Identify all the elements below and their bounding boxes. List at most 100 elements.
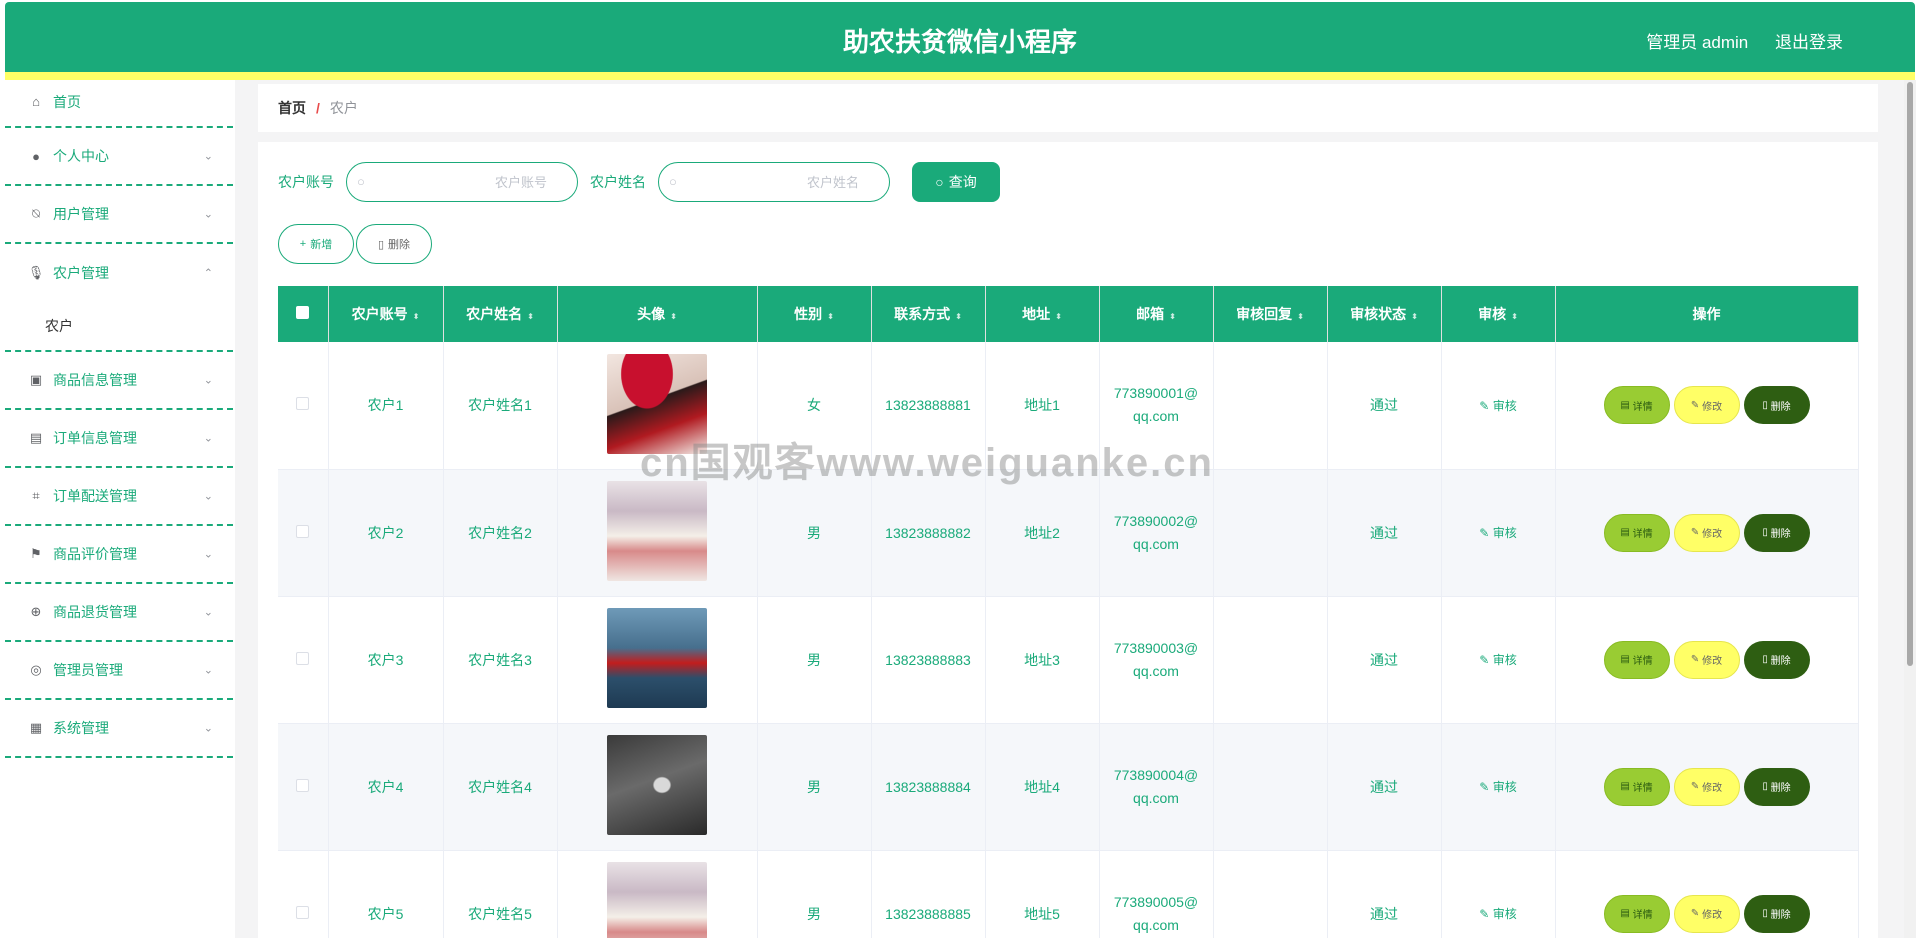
- delete-button[interactable]: ▯ 删除: [1743, 894, 1810, 933]
- sidebar-item-orders[interactable]: ▤ 订单信息管理 ⌄: [5, 410, 233, 468]
- query-button[interactable]: ○ 查询: [912, 162, 1000, 202]
- content-panel: 农户账号 ○ 农户姓名 ○ ○ 查询 + 新增 ▯ 删除: [258, 142, 1878, 938]
- edit-button[interactable]: ✎ 修改: [1673, 513, 1740, 552]
- status-cell: 通过: [1327, 723, 1442, 851]
- delete-button[interactable]: ▯ 删除: [1743, 386, 1810, 425]
- page-scrollbar[interactable]: [1904, 80, 1916, 938]
- sidebar-item-delivery[interactable]: ⌗ 订单配送管理 ⌄: [5, 468, 233, 526]
- column-header[interactable]: 审核状态 ⬍: [1327, 286, 1442, 342]
- row-checkbox[interactable]: [296, 778, 310, 792]
- audit-button[interactable]: ✎ 审核: [1479, 653, 1516, 667]
- audit-button[interactable]: ✎ 审核: [1479, 780, 1516, 794]
- sidebar-subitem-label: 农户: [45, 318, 73, 334]
- edit-button[interactable]: ✎ 修改: [1673, 894, 1740, 933]
- column-header[interactable]: 邮箱 ⬍: [1099, 286, 1214, 342]
- sort-icon[interactable]: ⬍: [1411, 312, 1418, 321]
- name-search-input[interactable]: [659, 163, 889, 201]
- avatar[interactable]: [607, 481, 707, 581]
- row-checkbox[interactable]: [296, 397, 310, 411]
- email-text: qq.com: [1133, 662, 1179, 679]
- delete-button[interactable]: ▯ 删除: [1743, 513, 1810, 552]
- document-icon: ▤: [1620, 399, 1633, 411]
- logout-button[interactable]: 退出登录: [1775, 33, 1843, 52]
- name-cell: 农户姓名5: [443, 850, 558, 938]
- sidebar-subitem-farmer[interactable]: 农户: [5, 302, 233, 352]
- sidebar-item-label: 农户管理: [53, 265, 109, 281]
- sidebar-item-returns[interactable]: ⊕ 商品退货管理 ⌄: [5, 584, 233, 642]
- avatar[interactable]: [607, 735, 707, 835]
- sort-icon[interactable]: ⬍: [1511, 312, 1518, 321]
- column-header[interactable]: 地址 ⬍: [985, 286, 1100, 342]
- gender-cell: 女: [757, 342, 872, 470]
- select-all-checkbox[interactable]: [296, 306, 310, 319]
- detail-button[interactable]: ▤ 详情: [1603, 386, 1670, 425]
- document-icon: ▤: [1620, 781, 1633, 792]
- detail-button[interactable]: ▤ 详情: [1603, 767, 1670, 806]
- sidebar-item-users[interactable]: ⍉ 用户管理 ⌄: [5, 186, 233, 244]
- sort-icon[interactable]: ⬍: [1169, 312, 1176, 321]
- phone-cell: 13823888883: [871, 596, 986, 724]
- breadcrumb-home[interactable]: 首页: [278, 98, 306, 118]
- gender-cell: 男: [757, 469, 872, 597]
- email-cell: 773890002@ qq.com: [1099, 469, 1214, 597]
- name-cell: 农户姓名4: [443, 723, 558, 851]
- app-title: 助农扶贫微信小程序: [842, 27, 1077, 57]
- column-header[interactable]: 头像 ⬍: [557, 286, 758, 342]
- column-header[interactable]: 农户账号 ⬍: [328, 286, 444, 342]
- plus-icon: +: [299, 238, 307, 250]
- row-checkbox[interactable]: [296, 905, 310, 919]
- chevron-down-icon: ⌄: [203, 374, 213, 387]
- column-header[interactable]: 性别 ⬍: [757, 286, 872, 342]
- column-header[interactable]: 农户姓名 ⬍: [443, 286, 558, 342]
- sort-icon[interactable]: ⬍: [1297, 312, 1304, 321]
- sidebar-item-home[interactable]: ⌂ 首页: [5, 80, 233, 128]
- header-accent-bar: [5, 72, 1915, 80]
- search-icon: ○: [935, 174, 944, 190]
- avatar[interactable]: [607, 353, 707, 454]
- edit-icon: ✎: [1690, 527, 1703, 538]
- sidebar-item-products[interactable]: ▣ 商品信息管理 ⌄: [5, 352, 233, 410]
- delete-button[interactable]: ▯ 删除: [1743, 767, 1810, 806]
- sidebar-item-profile[interactable]: ● 个人中心 ⌄: [5, 128, 233, 186]
- sidebar-item-reviews[interactable]: ⚑ 商品评价管理 ⌄: [5, 526, 233, 584]
- sort-icon[interactable]: ⬍: [827, 312, 834, 321]
- batch-delete-button[interactable]: ▯ 删除: [356, 224, 432, 264]
- sort-icon[interactable]: ⬍: [1055, 312, 1062, 321]
- audit-button[interactable]: ✎ 审核: [1479, 399, 1516, 413]
- column-header[interactable]: 联系方式 ⬍: [871, 286, 986, 342]
- edit-button[interactable]: ✎ 修改: [1673, 640, 1740, 679]
- detail-button[interactable]: ▤ 详情: [1603, 640, 1670, 679]
- sort-icon[interactable]: ⬍: [527, 312, 534, 321]
- avatar[interactable]: [607, 608, 707, 708]
- email-text: 773890001@: [1113, 385, 1199, 402]
- sidebar-item-label: 首页: [53, 94, 81, 110]
- detail-button[interactable]: ▤ 详情: [1603, 894, 1670, 933]
- account-search-input[interactable]: [347, 163, 577, 201]
- column-header[interactable]: 审核 ⬍: [1441, 286, 1556, 342]
- detail-button[interactable]: ▤ 详情: [1603, 513, 1670, 552]
- avatar[interactable]: [607, 862, 707, 938]
- operations-cell: ▤ 详情 ✎ 修改 ▯ 删除: [1555, 342, 1859, 470]
- edit-button[interactable]: ✎ 修改: [1673, 767, 1740, 806]
- sidebar-item-farmers[interactable]: 🎙 农户管理 ⌃: [5, 244, 233, 302]
- audit-button[interactable]: ✎ 审核: [1479, 907, 1516, 921]
- sidebar-item-system[interactable]: ▦ 系统管理 ⌄: [5, 700, 233, 758]
- audit-button[interactable]: ✎ 审核: [1479, 526, 1516, 540]
- document-icon: ▤: [1620, 527, 1633, 538]
- sort-icon[interactable]: ⬍: [955, 312, 962, 321]
- row-checkbox[interactable]: [296, 651, 310, 665]
- target-icon: ⊕: [30, 604, 42, 619]
- sort-icon[interactable]: ⬍: [413, 312, 420, 321]
- audit-cell: ✎ 审核: [1441, 342, 1556, 470]
- crop-icon: ⌗: [32, 488, 40, 503]
- scrollbar-thumb[interactable]: [1907, 82, 1913, 666]
- row-checkbox[interactable]: [296, 524, 310, 538]
- edit-button[interactable]: ✎ 修改: [1673, 386, 1740, 425]
- row-select-cell: [278, 596, 329, 724]
- delete-button[interactable]: ▯ 删除: [1743, 640, 1810, 679]
- column-header[interactable]: 审核回复 ⬍: [1213, 286, 1328, 342]
- email-text: qq.com: [1133, 408, 1179, 425]
- sort-icon[interactable]: ⬍: [670, 312, 677, 321]
- sidebar-item-admins[interactable]: ◎ 管理员管理 ⌄: [5, 642, 233, 700]
- add-button[interactable]: + 新增: [278, 224, 354, 264]
